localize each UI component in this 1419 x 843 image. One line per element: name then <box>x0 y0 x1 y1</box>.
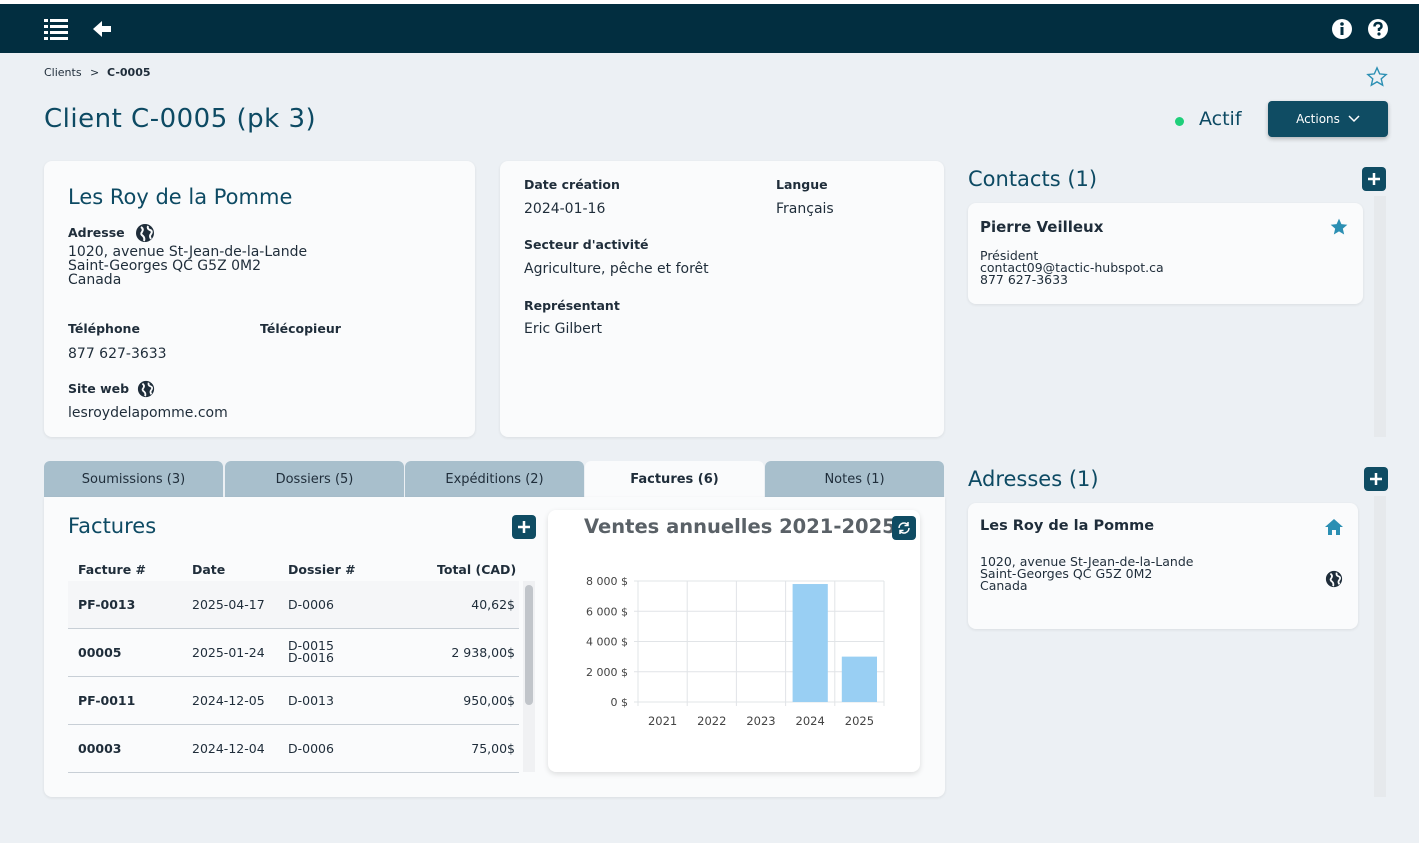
invoice-number[interactable]: 00005 <box>78 645 122 660</box>
globe-icon[interactable] <box>135 223 155 243</box>
x-tick-label: 2023 <box>746 714 775 728</box>
col-invoice-number[interactable]: Facture # <box>78 562 146 577</box>
y-tick-label: 8 000 $ <box>586 575 628 588</box>
page-title: Client C-0005 (pk 3) <box>44 104 317 134</box>
rep-label: Représentant <box>524 298 620 313</box>
actions-button[interactable]: Actions <box>1268 101 1388 137</box>
primary-star-icon[interactable] <box>1329 217 1349 237</box>
actions-label: Actions <box>1296 112 1340 126</box>
contacts-title: Contacts (1) <box>968 167 1098 191</box>
refresh-icon <box>898 522 910 534</box>
arrow-left-icon[interactable] <box>92 19 112 39</box>
language-value: Français <box>776 201 834 217</box>
sales-bar-chart: 0 $ 2 000 $ 4 000 $ 6 000 $ 8 000 $ 2021 2022 2… <box>586 575 885 728</box>
sector-label: Secteur d'activité <box>524 237 649 252</box>
info-icon[interactable] <box>1331 18 1353 40</box>
client-website-link[interactable]: lesroydelapomme.com <box>68 405 228 421</box>
address-name: Les Roy de la Pomme <box>980 518 1155 534</box>
invoice-dossier[interactable]: D-0006 <box>288 741 334 756</box>
invoice-date: 2024-12-04 <box>192 741 265 756</box>
y-tick-label: 4 000 $ <box>586 636 628 649</box>
tab-expeditions[interactable]: Expéditions (2) <box>405 461 584 497</box>
help-icon[interactable] <box>1367 18 1389 40</box>
sector-value: Agriculture, pêche et forêt <box>524 261 709 277</box>
add-invoice-button[interactable] <box>512 515 536 539</box>
status-dot <box>1175 117 1184 126</box>
rep-value: Eric Gilbert <box>524 321 603 337</box>
refresh-chart-button[interactable] <box>892 516 916 540</box>
x-tick-label: 2021 <box>648 714 677 728</box>
top-bar <box>0 4 1419 53</box>
plus-icon <box>1368 173 1380 185</box>
invoice-dossier[interactable]: D-0016 <box>288 651 334 664</box>
invoice-date: 2025-04-17 <box>192 597 265 612</box>
addresses-title: Adresses (1) <box>968 467 1099 491</box>
invoice-total: 2 938,00$ <box>451 645 515 660</box>
fax-label: Télécopieur <box>260 321 341 336</box>
col-date[interactable]: Date <box>192 562 225 577</box>
invoice-total: 75,00$ <box>471 741 515 756</box>
globe-icon[interactable] <box>1325 570 1343 588</box>
breadcrumb-separator: > <box>90 66 100 79</box>
chart-bar <box>841 656 877 702</box>
chart-title: Ventes annuelles 2021-2025 <box>584 515 896 538</box>
phone-label: Téléphone <box>68 321 140 336</box>
y-tick-label: 2 000 $ <box>586 666 628 679</box>
x-tick-label: 2025 <box>845 714 874 728</box>
invoice-dossier[interactable]: D-0006 <box>288 597 334 612</box>
breadcrumb-current: C-0005 <box>107 66 151 79</box>
list-icon[interactable] <box>44 18 68 40</box>
y-tick-label: 6 000 $ <box>586 605 628 618</box>
client-address-line1: 1020, avenue St-Jean-de-la-Lande <box>68 244 308 260</box>
add-address-button[interactable] <box>1364 467 1388 491</box>
invoices-title: Factures <box>68 514 157 538</box>
col-dossier[interactable]: Dossier # <box>288 562 356 577</box>
addresses-scrollbar[interactable] <box>1374 496 1386 797</box>
created-date: 2024-01-16 <box>524 201 606 217</box>
address-label: Adresse <box>68 225 125 240</box>
plus-icon <box>1370 473 1382 485</box>
address-line3: Canada <box>980 578 1028 593</box>
client-name: Les Roy de la Pomme <box>68 185 293 209</box>
status-label: Actif <box>1199 108 1242 130</box>
col-total[interactable]: Total (CAD) <box>437 562 516 577</box>
invoice-total: 40,62$ <box>471 597 515 612</box>
website-label: Site web <box>68 381 130 396</box>
contact-phone: 877 627-3633 <box>980 272 1069 287</box>
created-label: Date création <box>524 177 620 192</box>
invoice-dossier[interactable]: D-0013 <box>288 693 334 708</box>
chevron-down-icon <box>1348 115 1360 123</box>
favorite-star-icon[interactable] <box>1366 66 1388 88</box>
y-tick-label: 0 $ <box>611 696 629 709</box>
invoices-scroll-thumb[interactable] <box>525 585 533 705</box>
contacts-scrollbar[interactable] <box>1374 196 1386 437</box>
globe-icon[interactable] <box>137 380 155 398</box>
contact-name: Pierre Veilleux <box>980 218 1104 236</box>
invoice-date: 2024-12-05 <box>192 693 265 708</box>
table-row[interactable]: PF-0013 2025-04-17 D-0006 40,62$ <box>68 581 519 629</box>
chart-bar <box>792 584 828 702</box>
plus-icon <box>518 521 530 533</box>
client-address-line2: Saint-Georges QC G5Z 0M2 <box>68 258 261 274</box>
tab-notes[interactable]: Notes (1) <box>765 461 944 497</box>
invoice-number[interactable]: PF-0013 <box>78 597 135 612</box>
client-phone: 877 627-3633 <box>68 346 167 362</box>
tab-soumissions[interactable]: Soumissions (3) <box>44 461 223 497</box>
invoice-date: 2025-01-24 <box>192 645 265 660</box>
x-tick-label: 2022 <box>697 714 726 728</box>
language-label: Langue <box>776 177 828 192</box>
add-contact-button[interactable] <box>1362 167 1386 191</box>
invoice-number[interactable]: PF-0011 <box>78 693 135 708</box>
table-row[interactable]: PF-0011 2024-12-05 D-0013 950,00$ <box>68 677 519 725</box>
table-row[interactable]: 00003 2024-12-04 D-0006 75,00$ <box>68 725 519 773</box>
client-address-line3: Canada <box>68 272 122 288</box>
home-icon <box>1324 517 1344 537</box>
breadcrumb-clients-link[interactable]: Clients <box>44 66 82 79</box>
x-tick-label: 2024 <box>796 714 825 728</box>
table-row[interactable]: 00005 2025-01-24 D-0015 D-0016 2 938,00$ <box>68 629 519 677</box>
invoice-total: 950,00$ <box>463 693 515 708</box>
invoice-number[interactable]: 00003 <box>78 741 122 756</box>
tab-factures[interactable]: Factures (6) <box>585 461 764 497</box>
tab-dossiers[interactable]: Dossiers (5) <box>225 461 404 497</box>
